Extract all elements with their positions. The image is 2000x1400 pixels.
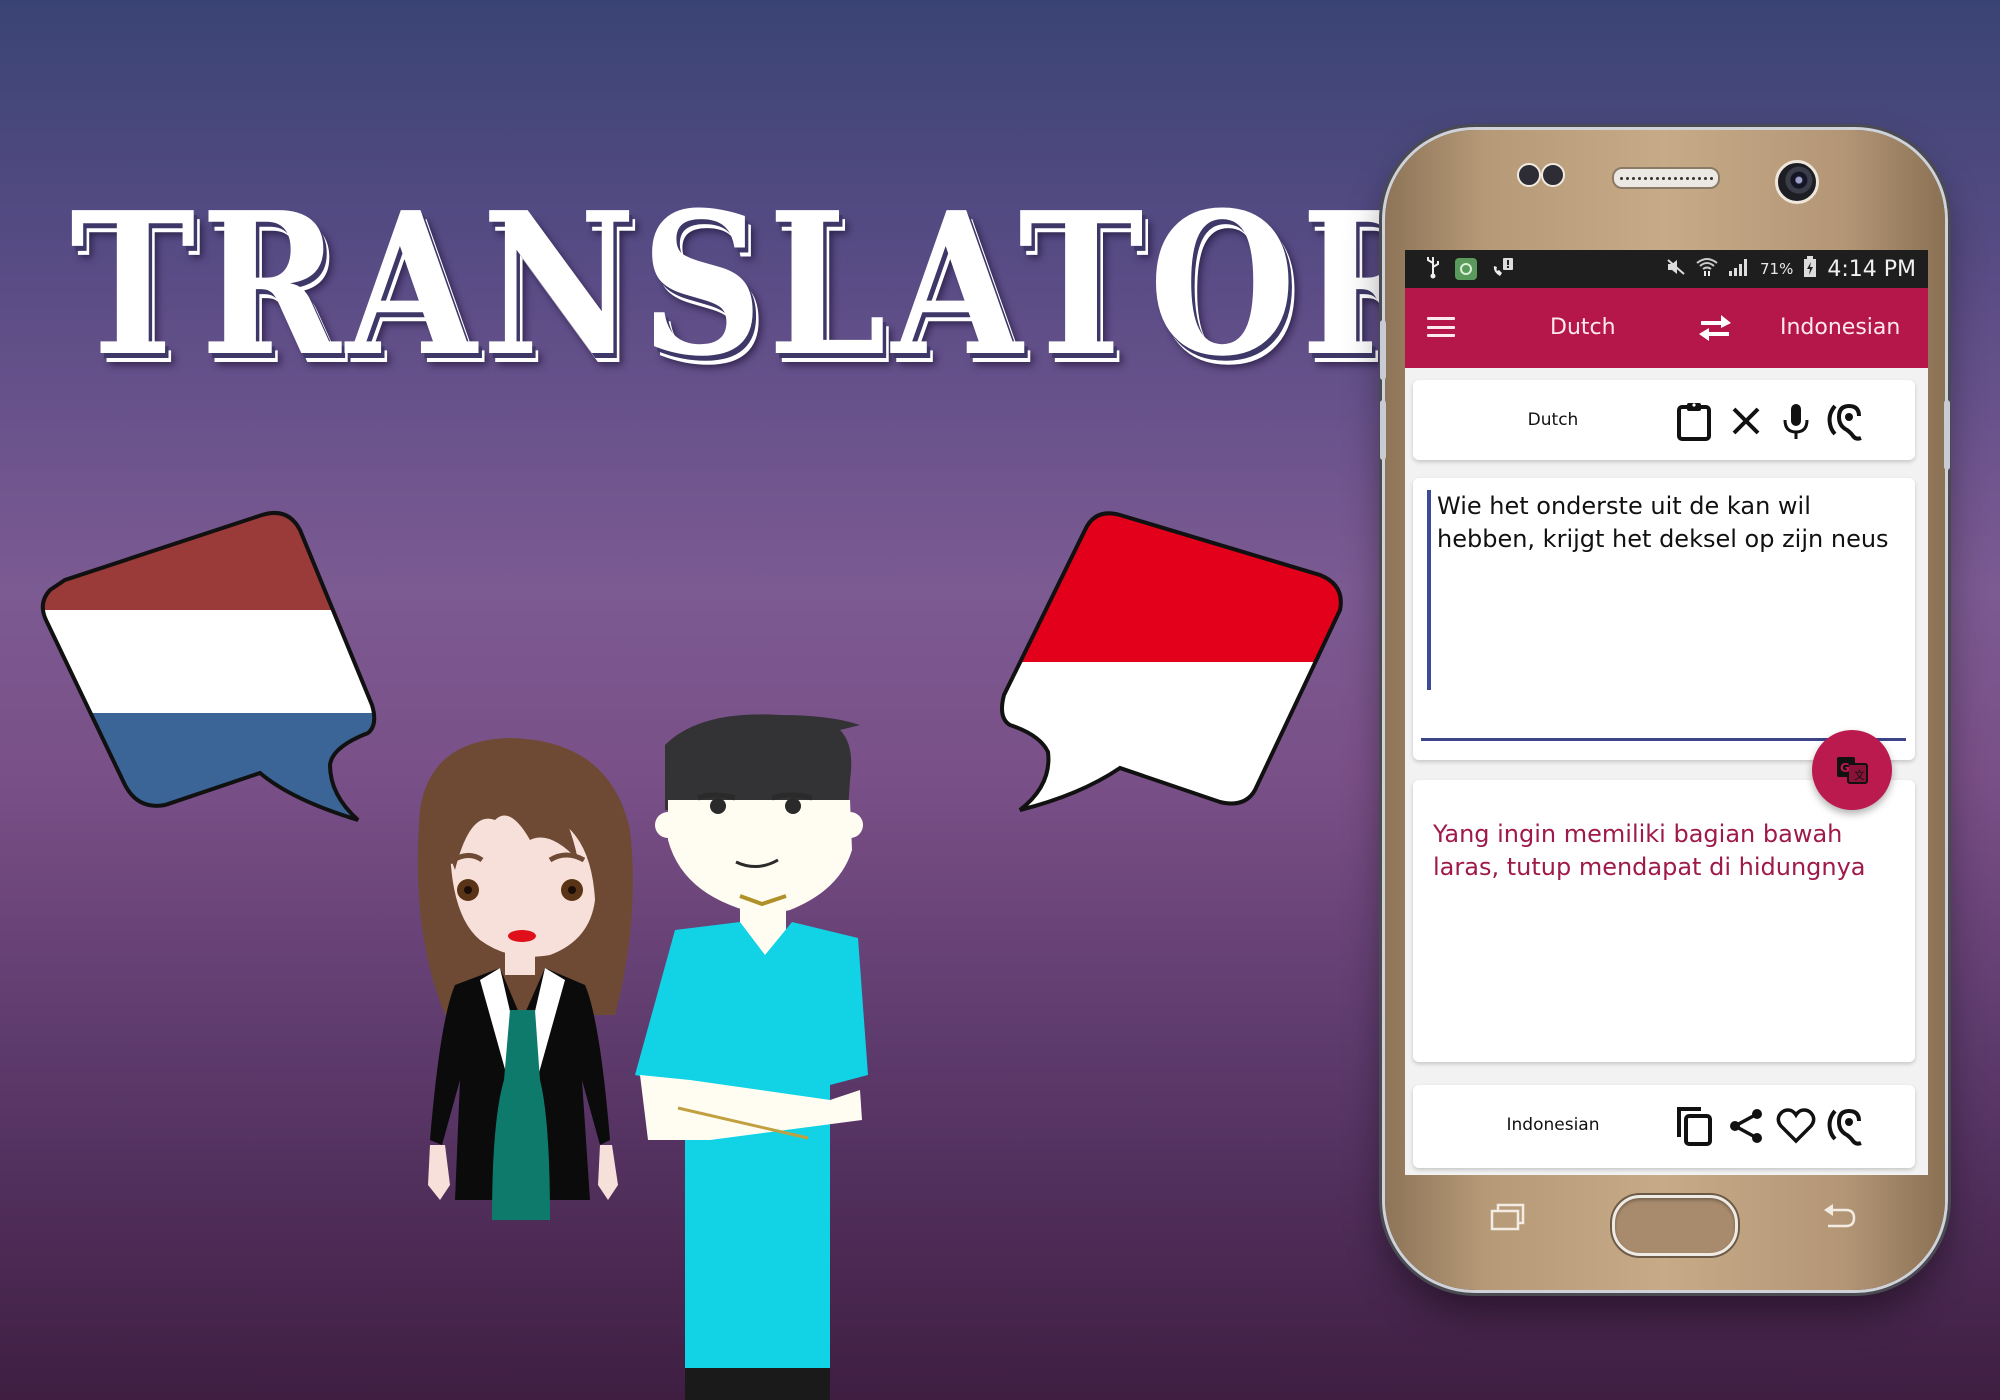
sensor-icon xyxy=(1541,163,1565,187)
man-character xyxy=(635,714,868,1400)
recent-apps-icon[interactable] xyxy=(1490,1202,1526,1232)
svg-text:文: 文 xyxy=(1854,768,1865,782)
close-icon[interactable] xyxy=(1725,400,1767,442)
target-language-selector[interactable]: Indonesian xyxy=(1780,288,1900,368)
target-language-label: Indonesian xyxy=(1506,1115,1600,1135)
app-screen: 71% 4:14 PM Dutch Indonesian Dutch Wie h… xyxy=(1405,250,1928,1175)
swap-arrows-icon[interactable] xyxy=(1695,312,1735,344)
microphone-icon[interactable] xyxy=(1775,400,1817,442)
banner-title: TRANSLATOR xyxy=(70,170,1447,400)
id-stripe-red xyxy=(1002,513,1341,662)
source-toolbar: Dutch xyxy=(1413,380,1915,460)
back-icon[interactable] xyxy=(1822,1202,1858,1232)
mute-icon xyxy=(1666,258,1686,281)
hamburger-menu-icon[interactable] xyxy=(1427,317,1455,337)
copy-icon[interactable] xyxy=(1673,1105,1715,1147)
share-icon[interactable] xyxy=(1725,1105,1767,1147)
source-text-input[interactable]: Wie het onderste uit de kan wil hebben, … xyxy=(1427,490,1907,690)
svg-text:G: G xyxy=(1840,761,1850,775)
volume-down-button xyxy=(1380,400,1386,460)
characters-illustration xyxy=(417,714,868,1400)
front-camera-icon xyxy=(1775,160,1819,204)
target-toolbar: Indonesian xyxy=(1413,1085,1915,1168)
favorite-heart-icon[interactable] xyxy=(1775,1105,1817,1147)
battery-charging-icon xyxy=(1803,255,1817,283)
output-card: Yang ingin memiliki bagian bawah laras, … xyxy=(1413,780,1915,1062)
volume-up-button xyxy=(1380,320,1386,380)
battery-percent: 71% xyxy=(1760,260,1794,278)
source-language-label: Dutch xyxy=(1527,410,1579,430)
status-bar: 71% 4:14 PM xyxy=(1405,250,1928,288)
source-language-selector[interactable]: Dutch xyxy=(1550,288,1616,368)
netherlands-flag-speech-bubble xyxy=(40,510,377,822)
earpiece-speaker xyxy=(1612,167,1720,189)
home-button[interactable] xyxy=(1612,1195,1738,1256)
app-bar: Dutch Indonesian xyxy=(1405,288,1928,368)
translate-button[interactable]: G 文 xyxy=(1812,730,1892,810)
sensor-icon xyxy=(1517,163,1541,187)
status-time: 4:14 PM xyxy=(1827,256,1916,282)
clipboard-icon[interactable] xyxy=(1673,400,1715,442)
nl-stripe-red xyxy=(42,512,375,610)
translated-text: Yang ingin memiliki bagian bawah laras, … xyxy=(1433,820,1866,881)
listen-ear-icon[interactable] xyxy=(1825,400,1867,442)
usb-icon xyxy=(1425,255,1441,284)
missed-call-icon xyxy=(1491,256,1515,283)
woman-character xyxy=(417,738,633,1220)
listen-ear-icon[interactable] xyxy=(1825,1105,1867,1147)
signal-icon xyxy=(1728,257,1750,282)
input-card: Wie het onderste uit de kan wil hebben, … xyxy=(1413,478,1915,760)
wifi-icon xyxy=(1696,257,1718,282)
power-button xyxy=(1944,400,1950,470)
google-translate-icon: G 文 xyxy=(1837,757,1868,784)
app-notification-icon xyxy=(1455,258,1477,280)
